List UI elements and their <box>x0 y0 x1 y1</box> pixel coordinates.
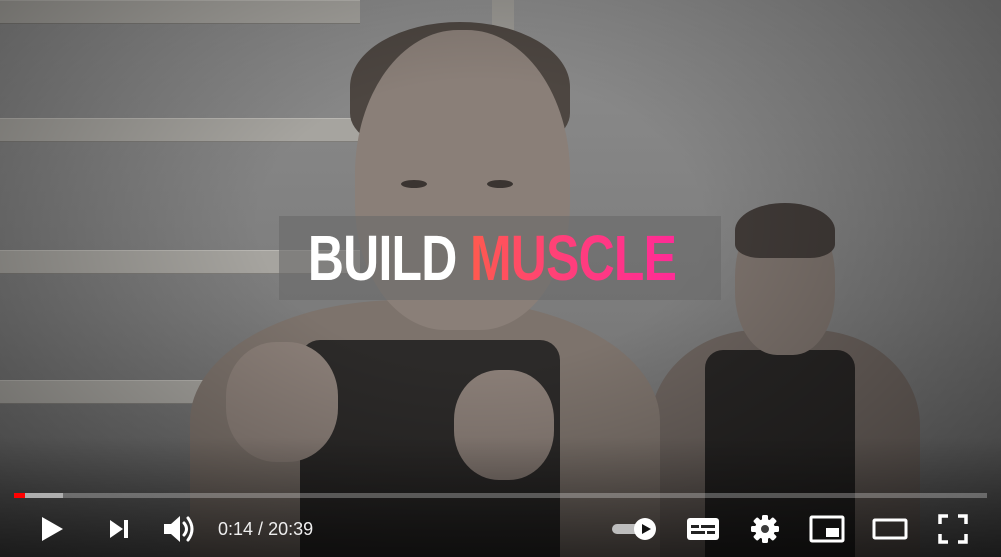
fullscreen-button[interactable] <box>934 510 972 548</box>
volume-icon <box>164 516 194 542</box>
fullscreen-icon <box>938 514 968 544</box>
autoplay-toggle-icon <box>612 518 656 540</box>
next-button[interactable] <box>102 510 136 548</box>
autoplay-toggle[interactable] <box>609 510 659 548</box>
miniplayer-button[interactable] <box>808 510 846 548</box>
subtitles-button[interactable] <box>684 510 722 548</box>
subtitles-icon <box>687 518 719 540</box>
progress-bar[interactable] <box>14 493 987 498</box>
time-separator: / <box>253 519 269 539</box>
current-time: 0:14 <box>218 519 254 539</box>
mute-button[interactable] <box>158 510 200 548</box>
caption-word-build: BUILD <box>307 222 457 294</box>
duration: 20:39 <box>268 519 314 539</box>
play-button[interactable] <box>34 510 70 548</box>
miniplayer-icon <box>809 515 845 543</box>
video-player[interactable]: BUILD MUSCLE 0:14 / 20:39 <box>0 0 1001 557</box>
played-bar <box>14 493 26 498</box>
next-icon <box>110 520 128 538</box>
settings-gear-icon <box>751 515 779 543</box>
settings-button[interactable] <box>747 510 783 548</box>
video-caption: BUILD MUSCLE <box>279 216 721 300</box>
caption-word-muscle: MUSCLE <box>470 216 677 300</box>
theater-mode-icon <box>872 518 908 540</box>
theater-mode-button[interactable] <box>870 510 910 548</box>
play-icon <box>42 517 63 541</box>
time-display: 0:14 / 20:39 <box>218 510 313 548</box>
